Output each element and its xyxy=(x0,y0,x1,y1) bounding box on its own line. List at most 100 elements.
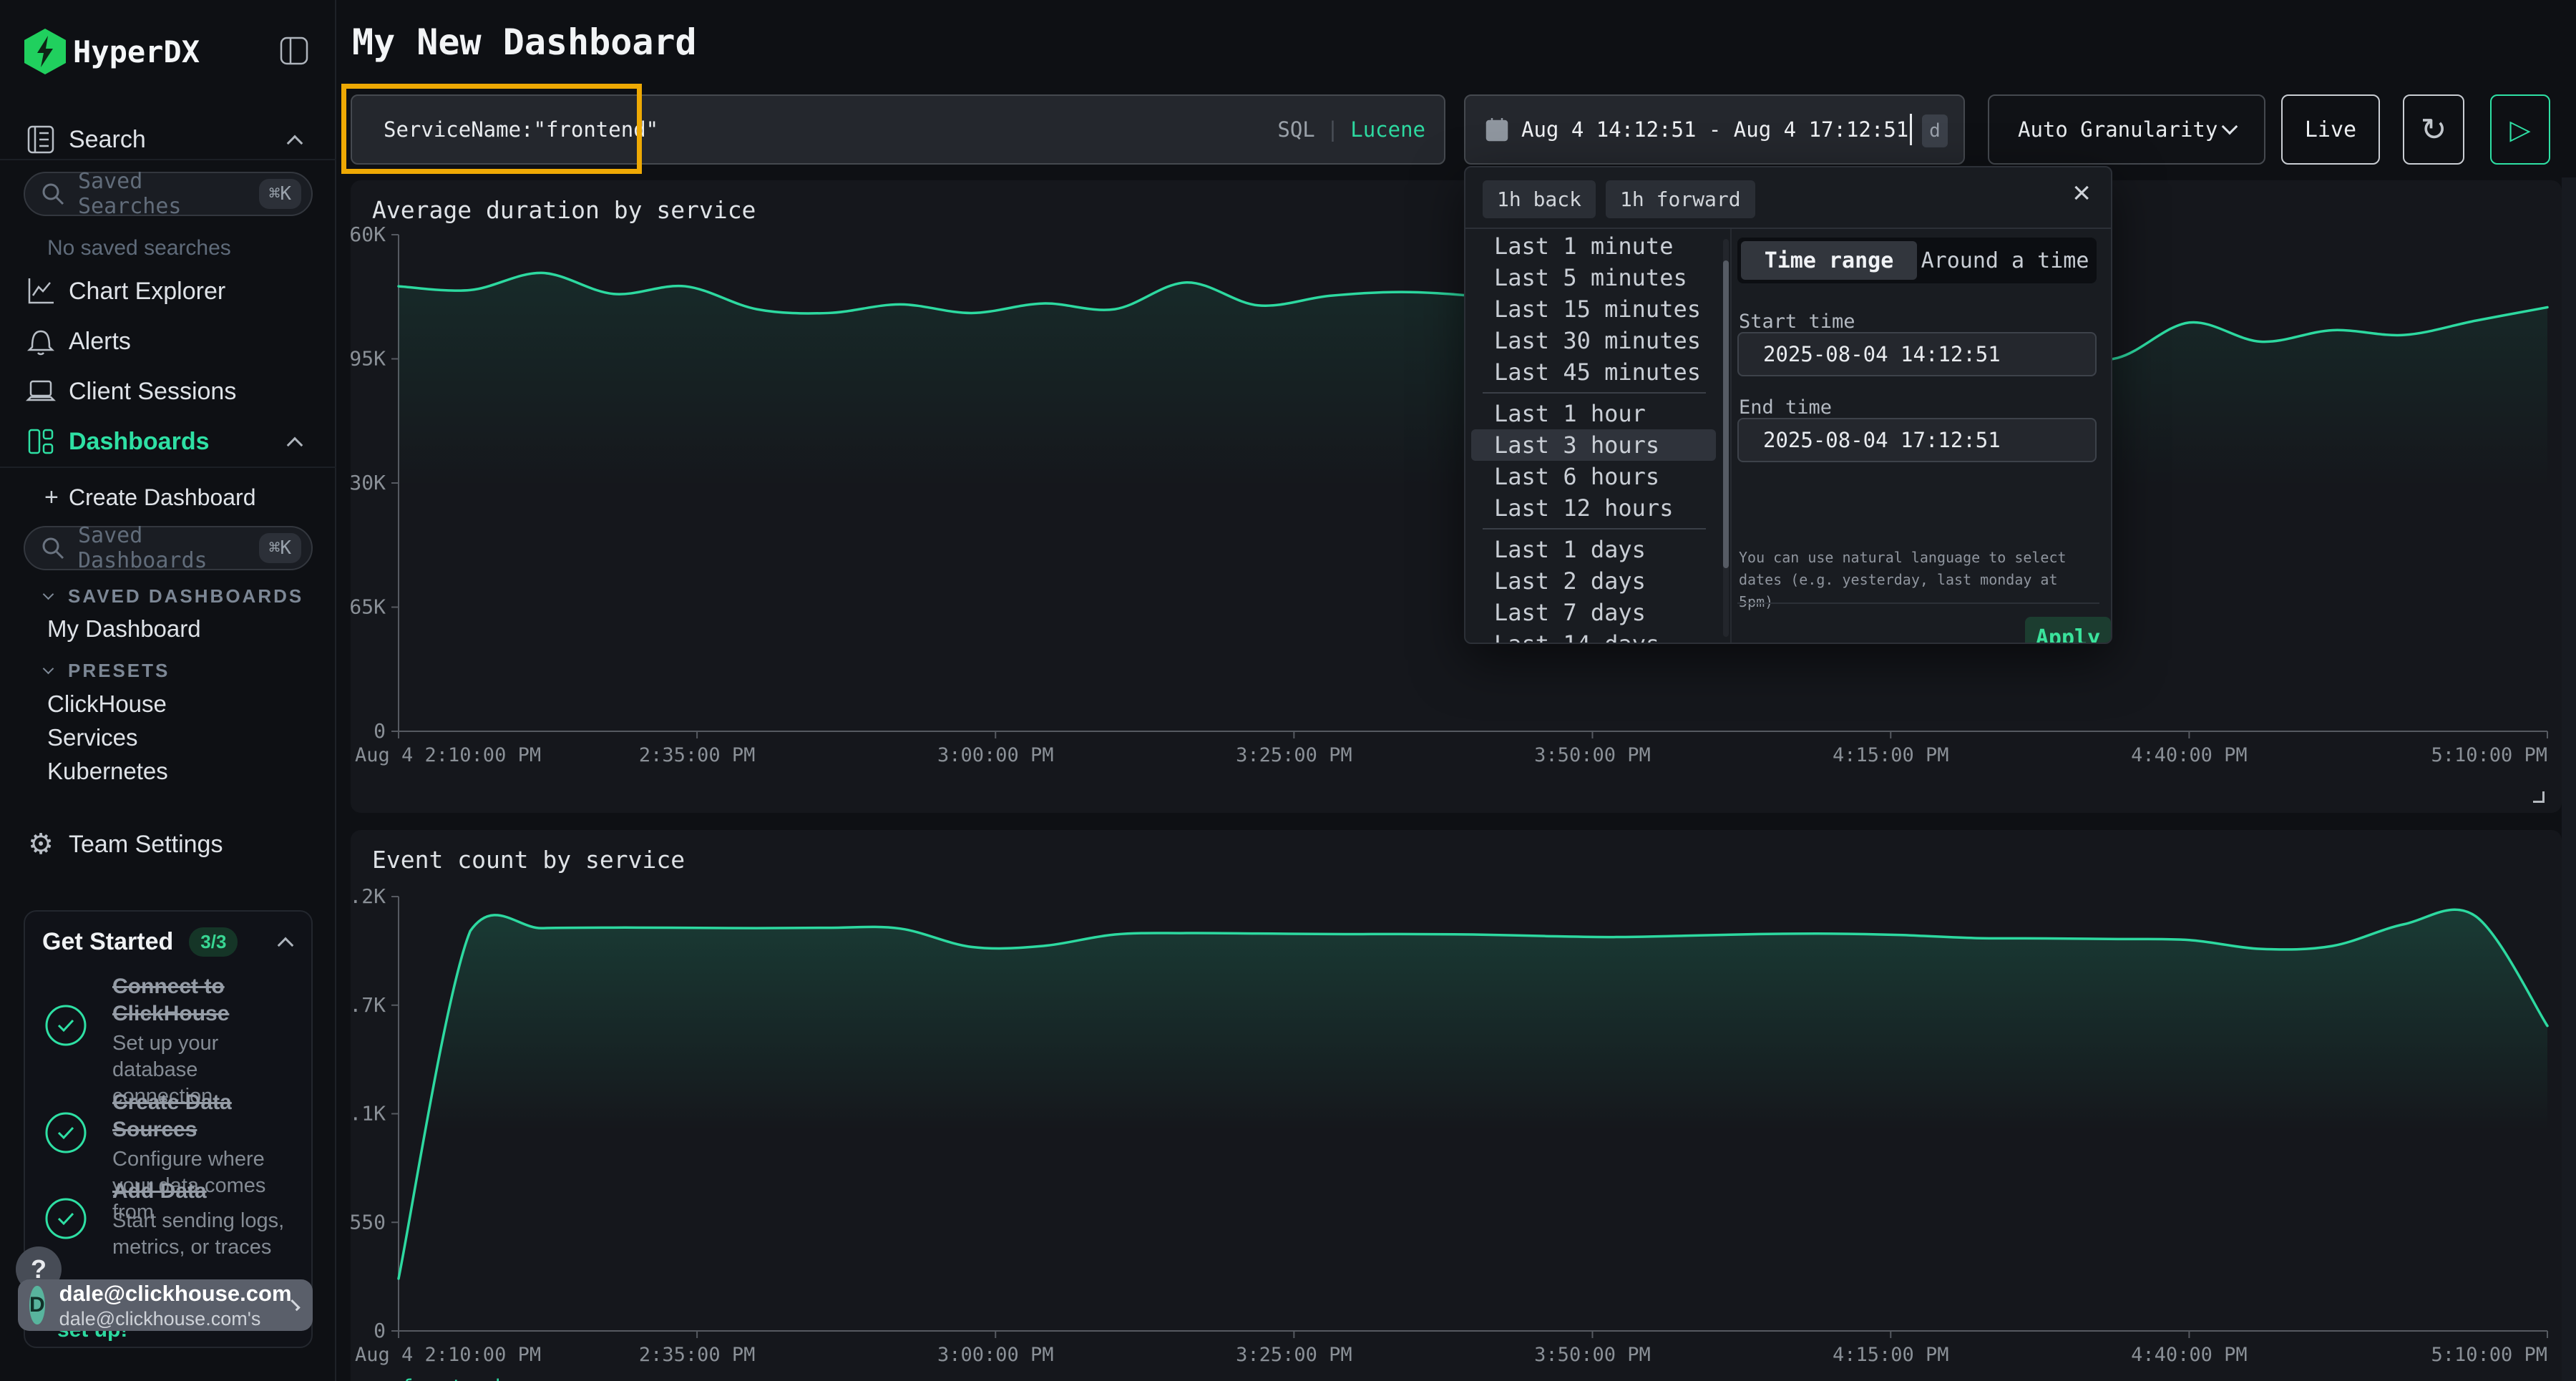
saved-dashboards-input[interactable]: Saved Dashboards ⌘K xyxy=(24,526,313,570)
end-time-label: End time xyxy=(1739,396,1832,419)
quick-range-item[interactable]: Last 1 minute xyxy=(1465,230,1722,262)
chevron-down-icon xyxy=(43,663,54,675)
get-started-title: Get Started xyxy=(42,928,173,956)
granularity-select[interactable]: Auto Granularity xyxy=(1988,94,2265,165)
avatar: D xyxy=(29,1286,45,1324)
popup-scrollbar[interactable] xyxy=(1723,239,1729,637)
granularity-value: Auto Granularity xyxy=(2018,117,2218,142)
page-scrollbar[interactable] xyxy=(2562,177,2576,1381)
time-range-input[interactable]: Aug 4 14:12:51 - Aug 4 17:12:51 d xyxy=(1464,94,1965,165)
get-started-header[interactable]: Get Started 3/3 xyxy=(42,927,297,957)
start-time-input[interactable]: 2025-08-04 14:12:51 xyxy=(1737,332,2097,376)
quick-range-item[interactable]: Last 12 hours xyxy=(1465,492,1722,524)
sidebar-item-label: Dashboards xyxy=(69,428,210,456)
sidebar-item-team-settings[interactable]: ⚙ Team Settings xyxy=(0,819,336,869)
svg-text:3:50:00 PM: 3:50:00 PM xyxy=(1534,1344,1651,1366)
sidebar-item-my-dashboard[interactable]: My Dashboard xyxy=(47,615,201,643)
chart-panel-avg-duration: Average duration by service 065K130K195K… xyxy=(351,180,2562,813)
svg-text:3:00:00 PM: 3:00:00 PM xyxy=(937,1344,1054,1366)
svg-text:Aug 4 2:10:00 PM: Aug 4 2:10:00 PM xyxy=(355,1344,541,1366)
lucene-mode-toggle[interactable]: Lucene xyxy=(1350,117,1425,142)
svg-text:65K: 65K xyxy=(351,595,386,619)
check-circle-icon xyxy=(42,1195,89,1242)
sidebar-item-search[interactable]: Search xyxy=(0,114,336,165)
quick-range-item[interactable]: Last 14 days xyxy=(1465,628,1722,644)
avg-duration-chart[interactable]: 065K130K195K260KAug 4 2:10:00 PM2:35:00 … xyxy=(351,180,2562,813)
laptop-icon xyxy=(26,376,56,406)
svg-text:4:40:00 PM: 4:40:00 PM xyxy=(2131,744,2248,766)
sidebar-item-label: Alerts xyxy=(69,328,131,356)
tab-time-range[interactable]: Time range xyxy=(1741,241,1917,280)
section-heading: SAVED DASHBOARDS xyxy=(68,585,303,607)
shift-forward-button[interactable]: 1h forward xyxy=(1606,180,1755,218)
scrollbar-thumb[interactable] xyxy=(1723,260,1729,568)
quick-range-item[interactable]: Last 3 hours xyxy=(1471,429,1716,461)
svg-text:550: 550 xyxy=(351,1210,386,1234)
user-menu[interactable]: D dale@clickhouse.com dale@clickhouse.co… xyxy=(18,1279,313,1331)
chevron-down-icon xyxy=(2222,119,2238,135)
search-icon xyxy=(41,182,65,206)
refresh-button[interactable]: ↻ xyxy=(2403,94,2464,165)
quick-range-item[interactable]: Last 5 minutes xyxy=(1465,262,1722,293)
search-section-icon xyxy=(26,125,56,155)
chevron-up-icon xyxy=(287,135,303,152)
chart-legend[interactable]: frontend xyxy=(372,1375,501,1381)
calendar-icon xyxy=(1485,117,1508,142)
svg-text:4:15:00 PM: 4:15:00 PM xyxy=(1833,1344,1949,1366)
run-query-button[interactable]: ▷ xyxy=(2490,94,2550,165)
user-team: dale@clickhouse.com's xyxy=(59,1308,292,1330)
chart-explorer-icon xyxy=(26,276,56,306)
svg-text:4:15:00 PM: 4:15:00 PM xyxy=(1833,744,1949,766)
sidebar-item-dashboards[interactable]: Dashboards xyxy=(0,416,336,467)
shift-back-button[interactable]: 1h back xyxy=(1483,180,1596,218)
chevron-up-icon xyxy=(278,937,294,953)
time-mode-tabs: Time range Around a time xyxy=(1737,238,2097,283)
quick-range-item[interactable]: Last 15 minutes xyxy=(1465,293,1722,325)
user-email: dale@clickhouse.com xyxy=(59,1281,292,1307)
app-window: HyperDX Search Saved Searches xyxy=(0,0,2576,1381)
live-button[interactable]: Live xyxy=(2281,94,2380,165)
quick-range-item[interactable]: Last 2 days xyxy=(1465,565,1722,597)
svg-text:2.2K: 2.2K xyxy=(351,884,386,908)
sidebar-item-label: Client Sessions xyxy=(69,378,236,406)
text-caret xyxy=(1910,114,1912,145)
panel-resize-handle[interactable] xyxy=(2533,791,2545,803)
end-time-input[interactable]: 2025-08-04 17:12:51 xyxy=(1737,418,2097,462)
legend-series-label: frontend xyxy=(401,1375,501,1381)
presets-section-toggle[interactable]: PRESETS xyxy=(44,660,170,682)
create-dashboard-button[interactable]: + Create Dashboard xyxy=(0,472,336,522)
event-count-chart[interactable]: 05501.1K1.7K2.2KAug 4 2:10:00 PM2:35:00 … xyxy=(351,830,2562,1381)
apply-button[interactable]: Apply xyxy=(2025,617,2111,644)
section-heading: PRESETS xyxy=(68,660,170,682)
quick-range-item[interactable]: Last 45 minutes xyxy=(1465,356,1722,388)
quick-range-item[interactable]: Last 6 hours xyxy=(1465,461,1722,492)
tab-around-a-time[interactable]: Around a time xyxy=(1917,241,2093,280)
close-icon[interactable]: × xyxy=(2072,177,2091,209)
sidebar-item-preset-kubernetes[interactable]: Kubernetes xyxy=(47,758,168,785)
start-time-label: Start time xyxy=(1739,311,1855,333)
svg-text:0: 0 xyxy=(374,719,386,743)
sidebar-item-chart-explorer[interactable]: Chart Explorer xyxy=(0,266,336,316)
query-input[interactable]: ServiceName:"frontend" SQL | Lucene xyxy=(351,94,1445,165)
quick-ranges-list[interactable]: Last 1 minuteLast 5 minutesLast 15 minut… xyxy=(1465,230,1722,644)
collapse-sidebar-button[interactable] xyxy=(279,36,309,69)
checklist-item[interactable]: Add Data Start sending logs, metrics, or… xyxy=(25,1178,314,1261)
sql-mode-toggle[interactable]: SQL xyxy=(1277,117,1314,142)
sidebar-item-client-sessions[interactable]: Client Sessions xyxy=(0,366,336,416)
svg-text:3:25:00 PM: 3:25:00 PM xyxy=(1236,1344,1352,1366)
quick-range-item[interactable]: Last 7 days xyxy=(1465,597,1722,628)
checklist-item-title: Connect to ClickHouse xyxy=(112,973,300,1028)
play-icon: ▷ xyxy=(2509,114,2530,146)
svg-text:5:10:00 PM: 5:10:00 PM xyxy=(2431,744,2547,766)
sidebar-item-alerts[interactable]: Alerts xyxy=(0,316,336,366)
quick-range-item[interactable]: Last 1 days xyxy=(1465,534,1722,565)
quick-range-item[interactable]: Last 1 hour xyxy=(1465,398,1722,429)
svg-text:195K: 195K xyxy=(351,347,386,371)
svg-text:130K: 130K xyxy=(351,471,386,494)
quick-range-item[interactable]: Last 30 minutes xyxy=(1465,325,1722,356)
saved-searches-input[interactable]: Saved Searches ⌘K xyxy=(24,172,313,216)
time-picker-popup: 1h back 1h forward × Last 1 minuteLast 5… xyxy=(1464,166,2112,644)
saved-dashboards-section-toggle[interactable]: SAVED DASHBOARDS xyxy=(44,585,303,607)
sidebar-item-preset-services[interactable]: Services xyxy=(47,724,138,751)
sidebar-item-preset-clickhouse[interactable]: ClickHouse xyxy=(47,690,167,718)
